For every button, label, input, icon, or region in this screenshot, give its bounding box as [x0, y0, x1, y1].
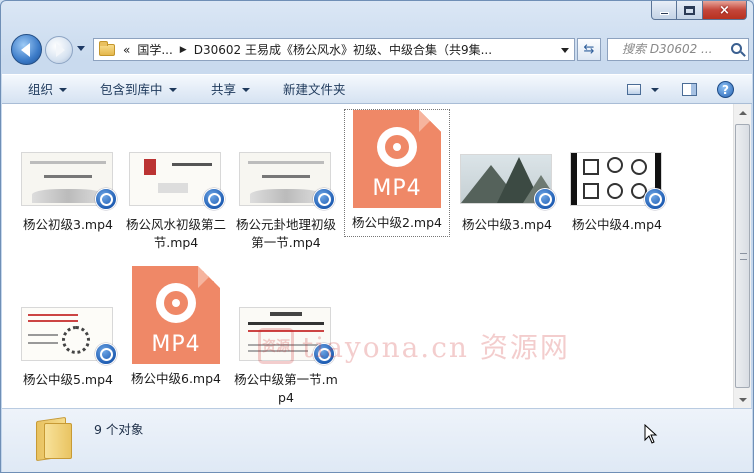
video-thumbnail [460, 152, 556, 210]
arrow-right-icon [56, 43, 65, 57]
file-name: 杨公中级5.mp4 [23, 372, 113, 387]
search-input[interactable]: 搜索 D30602 ... [607, 38, 749, 61]
breadcrumb-overflow[interactable]: « [123, 43, 130, 57]
media-badge-icon [95, 343, 117, 365]
search-placeholder: 搜索 D30602 ... [622, 42, 713, 56]
forward-button[interactable] [45, 36, 73, 64]
mouse-pointer-icon [644, 424, 658, 444]
file-list[interactable]: 杨公初级3.mp4 杨公风水初级第二节.mp4 杨公元卦地理初级第一节.mp4 … [2, 104, 733, 408]
close-icon: × [719, 2, 730, 18]
chevron-down-icon [168, 87, 177, 92]
file-item-selected[interactable]: MP4 杨公中级2.mp4 [343, 110, 451, 232]
file-name: 杨公初级3.mp4 [23, 217, 113, 232]
file-item[interactable]: MP4 杨公中级6.mp4 [122, 266, 230, 388]
mp4-file-icon: MP4 [132, 266, 220, 364]
file-item[interactable]: 杨公中级5.mp4 [14, 307, 122, 389]
video-thumbnail [239, 152, 335, 210]
media-badge-icon [644, 188, 666, 210]
file-item[interactable]: 杨公初级3.mp4 [14, 152, 122, 234]
file-item[interactable]: 杨公风水初级第二节.mp4 [122, 152, 230, 252]
organize-label: 组织 [28, 82, 54, 97]
include-in-library-button[interactable]: 包含到库中 [100, 75, 177, 104]
new-folder-button[interactable]: 新建文件夹 [283, 75, 346, 104]
mp4-file-icon: MP4 [353, 110, 441, 208]
recent-pages-dropdown[interactable] [77, 46, 85, 51]
video-thumbnail [21, 307, 117, 365]
share-button[interactable]: 共享 [211, 75, 251, 104]
mp4-label: MP4 [151, 332, 201, 357]
media-badge-icon [203, 188, 225, 210]
file-item[interactable]: 杨公中级3.mp4 [453, 152, 561, 234]
file-item[interactable]: 杨公中级第一节.mp4 [232, 307, 340, 407]
search-icon [731, 43, 742, 54]
video-thumbnail [570, 152, 666, 210]
chevron-down-icon [59, 87, 68, 92]
new-folder-label: 新建文件夹 [283, 82, 346, 97]
mp4-label: MP4 [372, 176, 422, 201]
video-thumbnail [239, 307, 335, 365]
file-name: 杨公元卦地理初级第一节.mp4 [235, 217, 336, 250]
address-bar[interactable]: « 国学... ▶ D30602 王易成《杨公风水》初级、中级合集（共9集... [93, 38, 575, 61]
command-bar: 组织 包含到库中 共享 新建文件夹 ? [2, 74, 752, 104]
scroll-down-button[interactable] [734, 391, 751, 408]
file-name: 杨公中级2.mp4 [352, 215, 442, 230]
media-badge-icon [534, 188, 556, 210]
item-count: 9 个对象 [94, 422, 144, 437]
minimize-icon [659, 11, 669, 15]
share-label: 共享 [211, 82, 237, 97]
watermark-text: tiayona.cn 资源网 [302, 331, 570, 364]
scroll-up-button[interactable] [734, 104, 751, 121]
minimize-button[interactable] [651, 1, 677, 20]
video-thumbnail [21, 152, 117, 210]
view-options-icon[interactable] [627, 84, 641, 95]
maximize-icon [684, 5, 695, 15]
close-button[interactable]: × [703, 1, 747, 20]
back-button[interactable] [11, 34, 42, 65]
preview-pane-icon[interactable] [682, 83, 697, 96]
address-dropdown[interactable] [561, 48, 569, 53]
chevron-down-icon [242, 87, 251, 92]
file-item[interactable]: 杨公元卦地理初级第一节.mp4 [232, 152, 340, 252]
vertical-scrollbar[interactable] [733, 104, 751, 408]
refresh-button[interactable]: ⇆ [577, 38, 601, 61]
video-thumbnail [129, 152, 225, 210]
include-in-library-label: 包含到库中 [100, 82, 163, 97]
file-name: 杨公中级4.mp4 [572, 217, 662, 232]
file-item[interactable]: 杨公中级4.mp4 [563, 152, 671, 234]
details-pane: 9 个对象 [2, 408, 752, 472]
navigation-bar: « 国学... ▶ D30602 王易成《杨公风水》初级、中级合集（共9集...… [7, 32, 749, 66]
scroll-thumb[interactable] [735, 124, 750, 388]
maximize-button[interactable] [677, 1, 703, 20]
refresh-icon: ⇆ [583, 42, 595, 57]
breadcrumb-item-guoxue[interactable]: 国学... [137, 41, 172, 58]
media-badge-icon [95, 188, 117, 210]
scroll-down-icon [738, 397, 747, 402]
file-name: 杨公中级3.mp4 [462, 217, 552, 232]
scroll-up-icon [738, 110, 747, 115]
explorer-window: × « 国学... ▶ D30602 王易成《杨公风水》初级、中级合集（共9集.… [0, 0, 754, 473]
media-badge-icon [313, 343, 335, 365]
breadcrumb-item-current[interactable]: D30602 王易成《杨公风水》初级、中级合集（共9集... [194, 41, 492, 58]
folder-icon [99, 40, 115, 56]
file-name: 杨公风水初级第二节.mp4 [125, 217, 226, 250]
file-name: 杨公中级6.mp4 [131, 371, 221, 386]
view-dropdown-icon[interactable] [651, 88, 659, 92]
caption-buttons: × [651, 1, 747, 20]
grip-icon [740, 253, 747, 260]
arrow-left-icon [20, 42, 30, 57]
folder-icon [36, 415, 76, 462]
media-badge-icon [313, 188, 335, 210]
help-icon[interactable]: ? [717, 81, 734, 98]
organize-button[interactable]: 组织 [28, 75, 68, 104]
chevron-right-icon[interactable]: ▶ [180, 45, 187, 55]
file-name: 杨公中级第一节.mp4 [234, 372, 338, 405]
